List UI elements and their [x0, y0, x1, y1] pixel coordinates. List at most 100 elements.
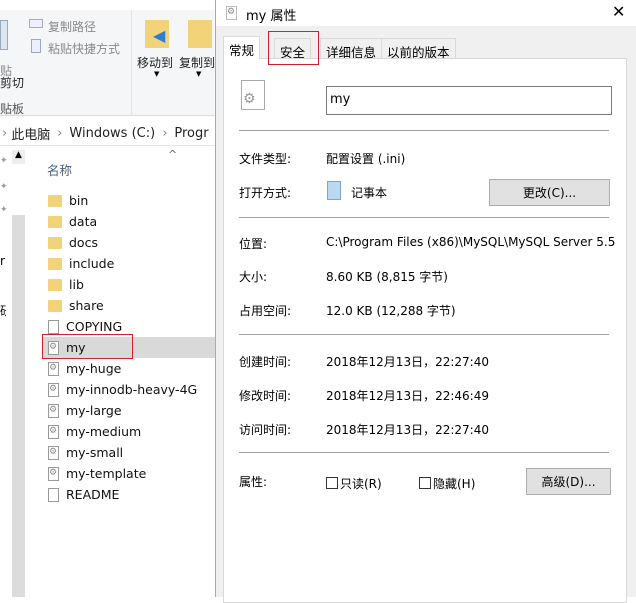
paste-shortcut-button[interactable]: 粘贴快捷方式 [48, 40, 120, 57]
file-name: docs [69, 235, 98, 250]
attributes-label: 属性: [239, 475, 268, 489]
nav-item-partial[interactable]: r [0, 254, 5, 268]
nav-item-partial[interactable]: 研 [0, 302, 6, 319]
file-name: data [69, 214, 98, 229]
file-list-item[interactable]: README [42, 484, 216, 505]
accessed-label: 访问时间: [239, 423, 292, 437]
scroll-up-icon[interactable]: ▲ [12, 150, 25, 164]
readonly-label[interactable]: 只读(R) [340, 475, 382, 492]
file-name: include [69, 256, 115, 271]
file-list-item[interactable]: share [42, 295, 216, 316]
modified-value: 2018年12月13日，22:46:49 [326, 389, 489, 403]
config-file-icon [48, 466, 59, 481]
file-icon [48, 319, 59, 334]
clipboard-group-label: 贴板 [0, 102, 25, 116]
location-label: 位置: [239, 237, 268, 251]
file-list-item[interactable]: my-large [42, 400, 216, 421]
file-name: bin [69, 193, 89, 208]
ini-file-icon: ⚙ [241, 80, 265, 110]
breadcrumb-program-files[interactable]: Progr [174, 126, 208, 141]
ribbon: 贴 剪切 贴板 复制路径 粘贴快捷方式 ◀ 移动到 ▼ 复制到 ▼ [0, 10, 216, 116]
sort-ascending-icon: ^ [168, 148, 178, 161]
dialog-title: my 属性 [246, 9, 297, 24]
config-file-icon [48, 382, 59, 397]
config-file-icon [48, 445, 59, 460]
column-header-name[interactable]: 名称 [47, 160, 72, 179]
notepad-icon [327, 181, 341, 200]
file-name: my-large [66, 403, 122, 418]
folder-icon [48, 299, 62, 312]
file-list-item[interactable]: my-medium [42, 421, 216, 442]
file-name: my-huge [66, 361, 122, 376]
file-name: my-innodb-heavy-4G [66, 382, 198, 397]
file-name: my-medium [66, 424, 142, 439]
copy-to-icon [188, 20, 212, 48]
accessed-value: 2018年12月13日，22:27:40 [326, 423, 489, 437]
hidden-label[interactable]: 隐藏(H) [433, 475, 475, 492]
hidden-checkbox[interactable] [419, 477, 431, 489]
general-tab-panel: ⚙ my 文件类型: 配置设置 (.ini) 打开方式: 记事本 更改(C)..… [223, 58, 627, 603]
config-file-icon [48, 361, 59, 376]
modified-label: 修改时间: [239, 389, 292, 403]
size-label: 大小: [239, 270, 268, 284]
tab-details[interactable]: 详细信息 [320, 38, 383, 60]
size-on-disk-value: 12.0 KB (12,288 字节) [326, 304, 456, 318]
move-to-icon: ◀ [145, 20, 169, 48]
file-icon [226, 6, 237, 20]
move-to-button[interactable]: 移动到 [137, 54, 173, 71]
created-label: 创建时间: [239, 355, 292, 369]
file-name: COPYING [66, 319, 123, 334]
copy-to-button[interactable]: 复制到 [179, 54, 215, 71]
copy-path-button[interactable]: 复制路径 [48, 18, 96, 35]
file-list-item[interactable]: my-small [42, 442, 216, 463]
breadcrumb-this-pc[interactable]: 此电脑 [11, 124, 50, 143]
folder-icon [48, 278, 62, 291]
file-list-item[interactable]: my-huge [42, 358, 216, 379]
cut-button[interactable]: 剪切 [0, 74, 24, 91]
location-value: C:\Program Files (x86)\MySQL\MySQL Serve… [326, 235, 616, 249]
file-list-item[interactable]: data [42, 211, 216, 232]
file-name: my-template [66, 466, 147, 481]
filename-input[interactable]: my [326, 86, 612, 115]
highlight-box-my [42, 334, 133, 359]
folder-icon [48, 194, 62, 207]
advanced-button[interactable]: 高级(D)... [526, 468, 611, 495]
file-list-item[interactable]: docs [42, 232, 216, 253]
file-name: share [69, 298, 104, 313]
tab-previous-versions[interactable]: 以前的版本 [381, 38, 456, 60]
open-with-value: 记事本 [351, 186, 388, 200]
size-on-disk-label: 占用空间: [239, 304, 292, 318]
copy-path-icon [29, 19, 43, 28]
created-value: 2018年12月13日，22:27:40 [326, 355, 489, 369]
file-list-item[interactable]: lib [42, 274, 216, 295]
paste-shortcut-icon [31, 39, 41, 53]
close-icon[interactable]: ✕ [612, 2, 625, 21]
properties-dialog: my 属性 ✕ 常规 安全 详细信息 以前的版本 ⚙ my 文件类型: 配置设置… [215, 0, 636, 603]
file-name: my-small [66, 445, 124, 460]
breadcrumb-windows-c[interactable]: Windows (C:) [69, 126, 155, 141]
readonly-checkbox[interactable] [326, 477, 338, 489]
open-with-label: 打开方式: [239, 186, 292, 200]
file-list-item[interactable]: my-template [42, 463, 216, 484]
folder-icon [48, 215, 62, 228]
highlight-box-security-tab [268, 31, 319, 65]
folder-icon [48, 257, 62, 270]
nav-pane-scrollbar[interactable] [12, 215, 25, 597]
file-name: README [66, 487, 120, 502]
title-bar: my 属性 ✕ [216, 0, 636, 26]
config-file-icon [48, 424, 59, 439]
folder-icon [48, 236, 62, 249]
file-explorer-window: 贴 剪切 贴板 复制路径 粘贴快捷方式 ◀ 移动到 ▼ 复制到 ▼ › 此电脑 … [0, 0, 216, 597]
breadcrumb: › 此电脑 › Windows (C:) › Progr [0, 122, 216, 146]
file-list-item[interactable]: bin [42, 190, 216, 211]
file-type-value: 配置设置 (.ini) [326, 152, 406, 166]
change-button[interactable]: 更改(C)... [489, 179, 610, 206]
config-file-icon [48, 403, 59, 418]
paste-icon [0, 20, 8, 50]
file-type-label: 文件类型: [239, 152, 292, 166]
size-value: 8.60 KB (8,815 字节) [326, 270, 448, 284]
file-name: lib [69, 277, 84, 292]
file-list-item[interactable]: include [42, 253, 216, 274]
tab-general[interactable]: 常规 [223, 36, 261, 59]
file-list-item[interactable]: my-innodb-heavy-4G [42, 379, 216, 400]
